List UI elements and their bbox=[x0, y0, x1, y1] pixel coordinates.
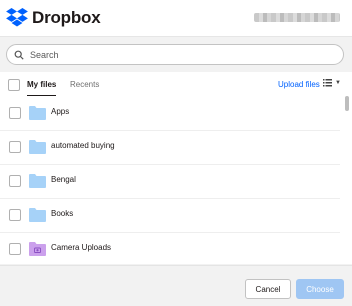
dropbox-logo: Dropbox bbox=[6, 6, 101, 30]
row-checkbox[interactable] bbox=[9, 107, 21, 119]
dialog-footer: Cancel Choose bbox=[0, 265, 352, 306]
list-item[interactable]: Books bbox=[0, 198, 340, 233]
row-checkbox[interactable] bbox=[9, 141, 21, 153]
folder-icon bbox=[29, 106, 46, 120]
list-item[interactable]: Bengal bbox=[0, 164, 340, 199]
file-list: Apps automated buying Bengal Books Camer… bbox=[0, 96, 352, 264]
tab-recents[interactable]: Recents bbox=[70, 80, 99, 89]
list-item[interactable]: automated buying bbox=[0, 130, 340, 165]
chevron-down-icon: ▼ bbox=[335, 79, 341, 86]
app-name: Dropbox bbox=[32, 8, 101, 27]
tab-my-files[interactable]: My files bbox=[27, 80, 57, 97]
row-checkbox[interactable] bbox=[9, 243, 21, 255]
search-icon bbox=[14, 50, 24, 60]
choose-button[interactable]: Choose bbox=[296, 279, 344, 299]
folder-icon bbox=[29, 140, 46, 154]
view-toggle-button[interactable]: ▼ bbox=[323, 78, 341, 87]
row-checkbox[interactable] bbox=[9, 209, 21, 221]
dialog-header: Dropbox bbox=[0, 0, 352, 37]
file-name: Bengal bbox=[51, 175, 76, 184]
folder-icon bbox=[29, 174, 46, 188]
file-name: automated buying bbox=[51, 141, 115, 150]
list-view-icon bbox=[323, 79, 332, 87]
row-checkbox[interactable] bbox=[9, 175, 21, 187]
folder-icon bbox=[29, 208, 46, 222]
tabs-bar: My files Recents Upload files ▼ bbox=[0, 72, 352, 97]
list-scrollbar[interactable] bbox=[345, 96, 349, 111]
file-name: Books bbox=[51, 209, 74, 218]
search-box[interactable] bbox=[6, 44, 344, 65]
search-input[interactable] bbox=[28, 48, 332, 61]
upload-files-link[interactable]: Upload files bbox=[278, 80, 320, 89]
account-email-blurred bbox=[254, 13, 340, 22]
cancel-button[interactable]: Cancel bbox=[245, 279, 291, 299]
list-item[interactable]: Camera Uploads bbox=[0, 232, 340, 264]
file-name: Camera Uploads bbox=[51, 243, 112, 252]
list-item[interactable]: Apps bbox=[0, 96, 340, 131]
select-all-checkbox[interactable] bbox=[8, 79, 20, 91]
camera-folder-icon bbox=[29, 242, 46, 256]
file-name: Apps bbox=[51, 107, 70, 116]
dropbox-logo-icon bbox=[6, 8, 28, 27]
